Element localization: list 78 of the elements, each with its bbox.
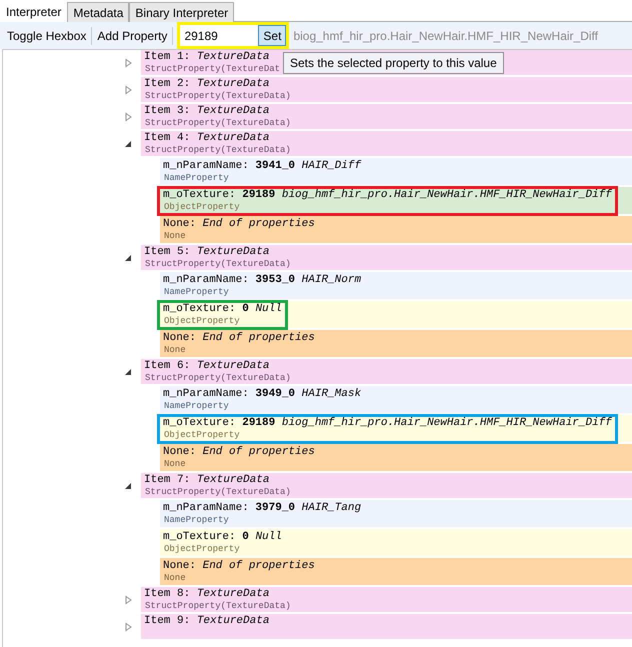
tree-row[interactable]: Item 9: TextureData <box>141 614 632 639</box>
row-type: StructProperty(TextureData) <box>145 145 291 156</box>
tree-row[interactable]: m_oTexture: 29189 biog_hmf_hir_pro.Hair_NewHair.HMF_HIR_NewHair_Diff ObjectProperty <box>160 415 632 442</box>
row-type: None <box>164 459 186 470</box>
tooltip: Sets the selected property to this value <box>283 52 504 74</box>
row-title: m_nParamName: 3953_0 HAIR_Norm <box>163 274 362 287</box>
collapse-triangle-icon[interactable] <box>123 367 133 377</box>
tree-row[interactable]: Item 5: TextureData StructProperty(TextureData) <box>141 245 632 270</box>
expand-triangle-icon[interactable] <box>123 622 133 632</box>
tree-row[interactable]: Item 4: TextureData StructProperty(TextureData) <box>141 131 632 156</box>
tree-row[interactable]: Item 2: TextureData StructProperty(TextureData) <box>141 77 632 102</box>
tree-row[interactable]: m_oTexture: 0 Null ObjectProperty <box>160 529 632 556</box>
row-title: m_oTexture: 29189 biog_hmf_hir_pro.Hair_NewHair.HMF_HIR_NewHair_Diff <box>163 417 612 430</box>
row-title: Item 9: TextureData <box>144 615 270 628</box>
row-type: StructProperty(TextureData) <box>145 91 291 102</box>
row-type: NameProperty <box>164 515 229 526</box>
row-title: Item 4: TextureData <box>144 132 270 145</box>
tree-row[interactable]: m_nParamName: 3949_0 HAIR_Mask NameProperty <box>160 386 632 413</box>
row-type: StructProperty(TextureData) <box>145 601 291 612</box>
collapse-triangle-icon[interactable] <box>123 481 133 491</box>
tree-row[interactable]: m_nParamName: 3979_0 HAIR_Tang NameProperty <box>160 500 632 527</box>
expand-triangle-icon[interactable] <box>123 58 133 68</box>
row-type: ObjectProperty <box>164 430 241 441</box>
row-type: StructProperty(TextureData) <box>145 118 291 129</box>
tree-row[interactable]: None: End of properties None <box>160 216 632 243</box>
tree-row[interactable]: Item 7: TextureData StructProperty(TextureData) <box>141 473 632 498</box>
expand-triangle-icon[interactable] <box>123 85 133 95</box>
row-title: m_oTexture: 29189 biog_hmf_hir_pro.Hair_NewHair.HMF_HIR_NewHair_Diff <box>163 189 612 202</box>
row-type: ObjectProperty <box>164 316 241 327</box>
row-type: NameProperty <box>164 287 229 298</box>
row-title: Item 8: TextureData <box>144 588 270 601</box>
row-type: NameProperty <box>164 401 229 412</box>
row-type: ObjectProperty <box>164 202 241 213</box>
tree-row[interactable]: Item 6: TextureData StructProperty(TextureData) <box>141 359 632 384</box>
set-button[interactable]: Set <box>258 25 286 46</box>
expand-triangle-icon[interactable] <box>123 595 133 605</box>
row-title: m_oTexture: 0 Null <box>163 531 282 544</box>
row-title: Item 2: TextureData <box>144 78 270 91</box>
row-type: NameProperty <box>164 173 229 184</box>
tab[interactable]: Binary Interpreter <box>129 2 234 22</box>
row-title: m_nParamName: 3941_0 HAIR_Diff <box>163 160 362 173</box>
row-title: Item 7: TextureData <box>144 474 270 487</box>
row-title: m_nParamName: 3949_0 HAIR_Mask <box>163 388 362 401</box>
tree-row[interactable]: None: End of properties None <box>160 558 632 585</box>
toolbar-button[interactable]: Toggle Hexbox <box>4 28 90 42</box>
row-title: None: End of properties <box>163 446 315 459</box>
tree-row[interactable]: m_oTexture: 0 Null ObjectProperty <box>160 301 632 328</box>
tree-row[interactable]: m_nParamName: 3941_0 HAIR_Diff NameProperty <box>160 158 632 185</box>
collapse-triangle-icon[interactable] <box>123 253 133 263</box>
row-type: StructProperty(TextureData) <box>145 487 291 498</box>
row-type: StructProperty(TextureDat <box>145 64 280 75</box>
row-type: None <box>164 231 186 242</box>
row-title: Item 3: TextureData <box>144 105 270 118</box>
row-title: Item 1: TextureData <box>144 51 270 64</box>
tree-row[interactable]: m_nParamName: 3953_0 HAIR_Norm NameProperty <box>160 272 632 299</box>
row-type: StructProperty(TextureData) <box>145 373 291 384</box>
value-field[interactable]: 29189 <box>180 25 258 46</box>
row-title: m_oTexture: 0 Null <box>163 303 282 316</box>
row-title: m_nParamName: 3979_0 HAIR_Tang <box>163 502 362 515</box>
row-title: None: End of properties <box>163 560 315 573</box>
tree-row[interactable]: None: End of properties None <box>160 444 632 471</box>
row-type: None <box>164 573 186 584</box>
expand-triangle-icon[interactable] <box>123 112 133 122</box>
row-type: None <box>164 345 186 356</box>
row-title: Item 6: TextureData <box>144 360 270 373</box>
row-type: ObjectProperty <box>164 544 240 555</box>
toolbar-button[interactable]: Add Property <box>94 28 170 42</box>
row-title: None: End of properties <box>163 332 315 345</box>
value-preview: biog_hmf_hir_pro.Hair_NewHair.HMF_HIR_NewHair_Diff <box>293 28 598 42</box>
row-title: None: End of properties <box>163 218 315 231</box>
row-title: Item 5: TextureData <box>144 246 270 259</box>
tree-row[interactable]: None: End of properties None <box>160 330 632 357</box>
collapse-triangle-icon[interactable] <box>123 139 133 149</box>
tab[interactable]: Metadata <box>67 2 130 22</box>
tree-row[interactable]: m_oTexture: 29189 biog_hmf_hir_pro.Hair_NewHair.HMF_HIR_NewHair_Diff ObjectProperty <box>160 187 632 214</box>
tree-row[interactable]: Item 8: TextureData StructProperty(TextureData) <box>141 587 632 612</box>
tree-row[interactable]: Item 3: TextureData StructProperty(TextureData) <box>141 104 632 129</box>
row-type: StructProperty(TextureData) <box>145 259 291 270</box>
